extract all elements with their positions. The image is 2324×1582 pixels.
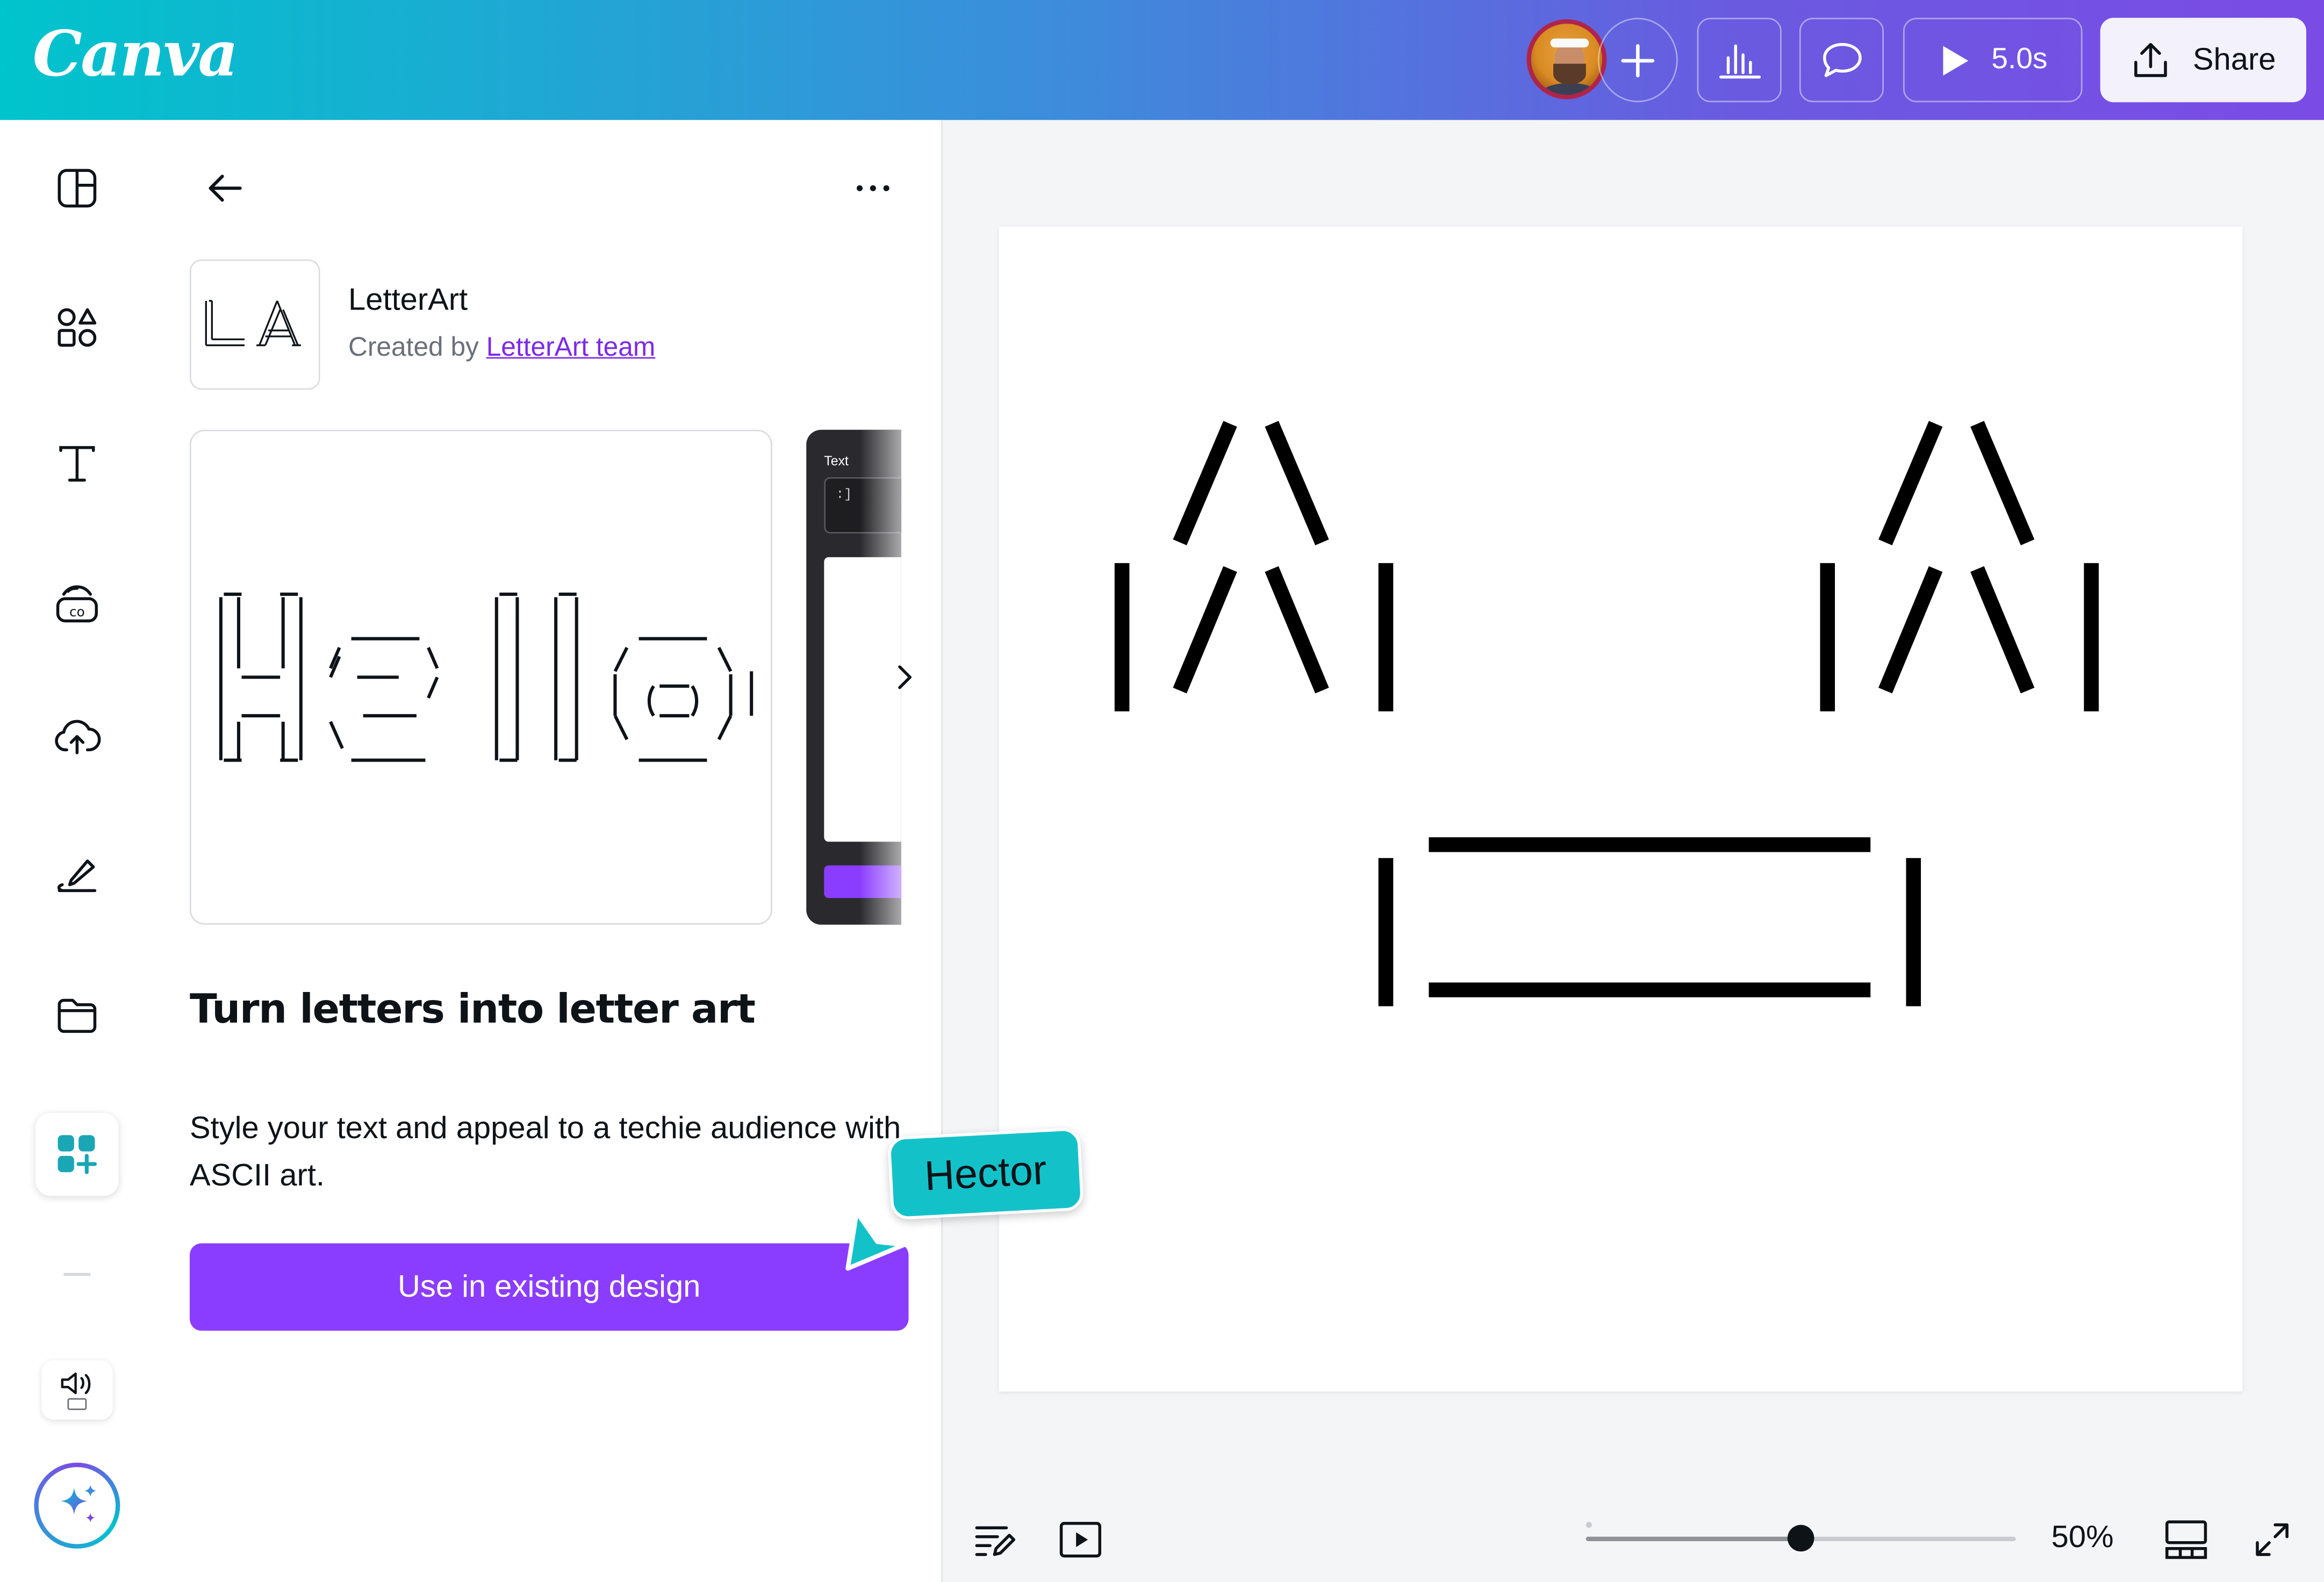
captions-button[interactable]	[41, 1360, 113, 1420]
notes-icon	[975, 1526, 1016, 1556]
creator-link[interactable]: LetterArt team	[486, 332, 656, 362]
insights-button[interactable]	[1697, 18, 1782, 103]
preview-card-ui[interactable]: Text :]	[806, 429, 901, 925]
rail-brand[interactable]: co	[35, 562, 118, 644]
canva-logo[interactable]: Canva	[33, 18, 239, 90]
design-page[interactable]	[999, 226, 2243, 1392]
comment-icon	[1822, 42, 1861, 77]
rail-uploads[interactable]	[35, 695, 118, 778]
dot-icon	[870, 185, 876, 191]
collaborator-name-tag: Hector	[887, 1127, 1084, 1220]
zoom-level[interactable]: 50%	[2052, 1520, 2114, 1556]
app-logo	[189, 259, 320, 390]
more-options-button[interactable]	[842, 159, 904, 218]
app-detail-panel: LetterArt Created by LetterArt team Text…	[154, 120, 942, 1582]
back-button[interactable]	[196, 159, 255, 218]
add-collaborator-button[interactable]	[1597, 18, 1678, 103]
uploads-icon	[55, 720, 101, 754]
dot-icon	[856, 185, 863, 191]
bar-chart-icon	[1718, 44, 1760, 78]
duration-label: 5.0s	[1991, 42, 2048, 76]
avatar[interactable]	[1526, 19, 1607, 99]
ascii-face-art[interactable]	[999, 227, 2243, 1392]
notes-button[interactable]	[972, 1518, 1017, 1562]
share-label: Share	[2192, 42, 2276, 77]
grid-view-icon	[2165, 1520, 2207, 1559]
chevron-right-icon[interactable]	[895, 663, 916, 692]
pages-view-button[interactable]	[2164, 1518, 2208, 1562]
svg-text:co: co	[69, 604, 85, 620]
rail-apps[interactable]	[35, 1113, 119, 1196]
side-rail: co	[0, 120, 154, 1582]
app-creator: Created by LetterArt team	[348, 332, 655, 363]
canvas-area	[942, 120, 2324, 1582]
rail-text[interactable]	[35, 422, 118, 505]
play-button[interactable]: 5.0s	[1903, 18, 2083, 103]
folder-icon	[58, 998, 97, 1033]
letterart-logo-icon	[205, 300, 301, 347]
magic-button[interactable]	[34, 1462, 120, 1549]
design-icon	[58, 169, 97, 208]
captions-icon	[61, 1372, 91, 1410]
share-icon	[2135, 42, 2168, 77]
app-name: LetterArt	[348, 283, 468, 318]
fullscreen-button[interactable]	[2250, 1518, 2294, 1562]
canva-editor: Canva 5.0s Share co LetterArt Created by…	[0, 0, 2324, 1582]
draw-icon	[57, 859, 97, 893]
present-icon	[1059, 1522, 1101, 1558]
rail-divider	[63, 1272, 91, 1276]
rail-design[interactable]	[35, 147, 118, 229]
bottom-bar: 50%	[943, 1494, 2324, 1582]
rail-elements[interactable]	[35, 286, 118, 369]
elements-icon	[58, 308, 97, 347]
apps-icon	[58, 1135, 97, 1174]
zoom-slider[interactable]	[1586, 1525, 2016, 1552]
share-button[interactable]: Share	[2100, 18, 2306, 103]
creator-prefix: Created by	[348, 332, 486, 362]
use-in-existing-design-button[interactable]: Use in existing design	[189, 1243, 909, 1331]
zoom-slider-knob[interactable]	[1787, 1525, 1814, 1552]
dot-icon	[883, 185, 890, 191]
text-icon	[59, 446, 95, 482]
collaborator-cursor-icon	[845, 1210, 907, 1271]
rail-projects[interactable]	[35, 974, 118, 1056]
plus-icon	[1621, 43, 1655, 77]
hello-ascii-art	[219, 592, 754, 762]
rail-draw[interactable]	[35, 833, 118, 916]
preview-text-label: Text	[824, 453, 849, 469]
preview-card-hello[interactable]	[189, 429, 772, 925]
brand-icon: co	[56, 585, 98, 623]
play-icon	[1942, 45, 1968, 75]
comment-button[interactable]	[1799, 18, 1884, 103]
magic-sparkle-icon	[61, 1485, 97, 1523]
top-bar: Canva 5.0s Share	[0, 0, 2324, 120]
arrow-left-icon	[209, 175, 242, 202]
panel-title: Turn letters into letter art	[189, 987, 756, 1033]
timer-button[interactable]	[1058, 1518, 1103, 1562]
panel-description: Style your text and appeal to a techie a…	[189, 1111, 901, 1193]
expand-icon	[2256, 1523, 2289, 1556]
